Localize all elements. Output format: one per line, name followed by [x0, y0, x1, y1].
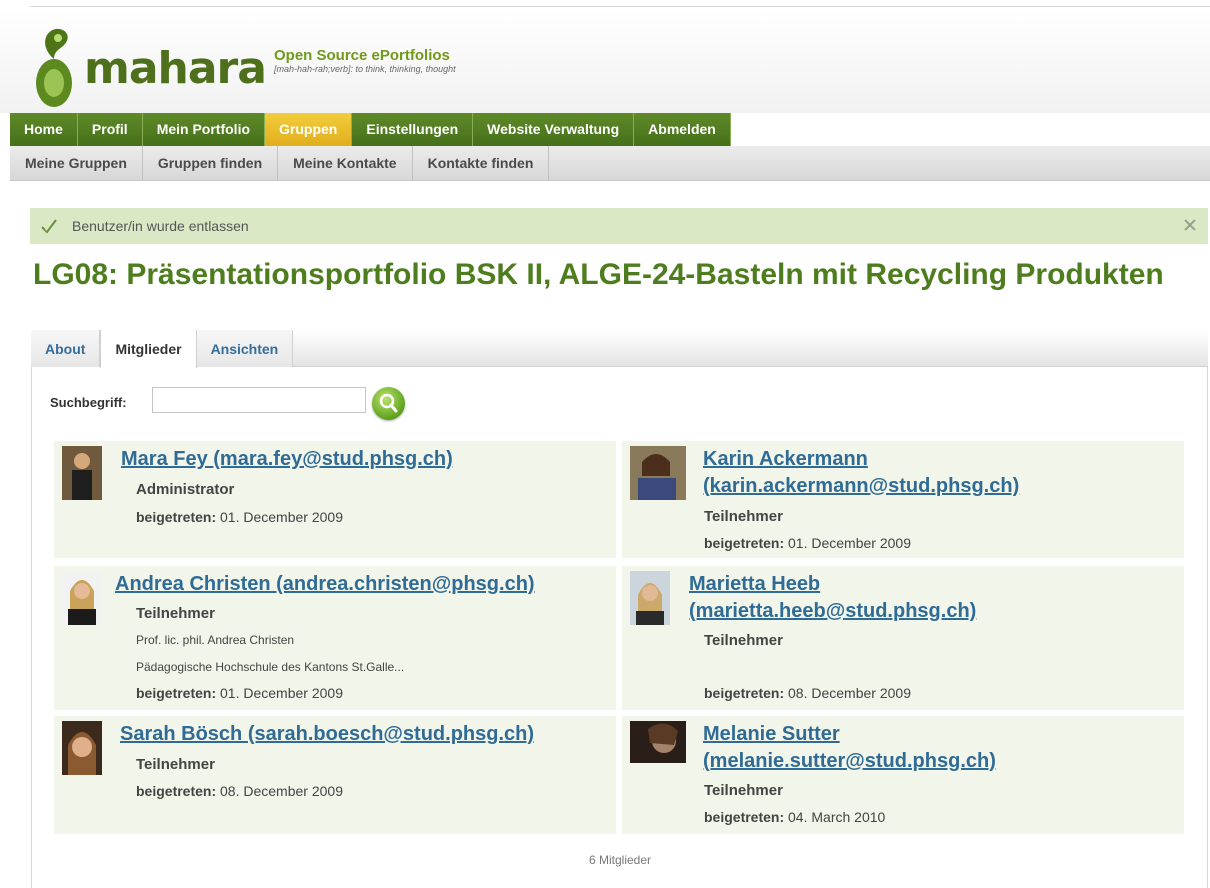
mahara-logo[interactable]: mahara	[28, 21, 268, 113]
check-icon	[41, 219, 57, 234]
nav-gruppen[interactable]: Gruppen	[265, 113, 353, 146]
member-count: 6 Mitglieder	[588, 853, 652, 867]
avatar[interactable]	[630, 571, 670, 625]
tab-bar: About Mitglieder Ansichten	[31, 330, 1208, 368]
subnav-meine-gruppen[interactable]: Meine Gruppen	[10, 146, 143, 181]
nav-einstellungen[interactable]: Einstellungen	[352, 113, 474, 146]
nav-mein-portfolio[interactable]: Mein Portfolio	[142, 113, 266, 146]
avatar[interactable]	[62, 721, 102, 775]
member-role: Teilnehmer	[136, 756, 215, 773]
member-role: Teilnehmer	[704, 782, 783, 799]
subnav-meine-kontakte[interactable]: Meine Kontakte	[278, 146, 413, 181]
member-joined: beigetreten: 08. December 2009	[136, 783, 343, 799]
nav-profil[interactable]: Profil	[77, 113, 143, 146]
member-card: Marietta Heeb (marietta.heeb@stud.phsg.c…	[622, 566, 1184, 710]
member-name-link[interactable]: Andrea Christen (andrea.christen@phsg.ch…	[115, 571, 615, 598]
logo-text: mahara	[84, 43, 267, 94]
member-name-link[interactable]: Karin Ackermann (karin.ackermann@stud.ph…	[703, 446, 1103, 500]
subnav-kontakte-finden[interactable]: Kontakte finden	[413, 146, 550, 181]
avatar[interactable]	[62, 446, 102, 500]
tagline-subtitle: [mah-hah-rah;verb]: to think, thinking, …	[274, 64, 456, 74]
member-name-link[interactable]: Melanie Sutter (melanie.sutter@stud.phsg…	[703, 721, 1103, 775]
status-message-text: Benutzer/in wurde entlassen	[72, 218, 249, 234]
member-card: Andrea Christen (andrea.christen@phsg.ch…	[54, 566, 616, 710]
status-message: Benutzer/in wurde entlassen	[30, 208, 1208, 244]
avatar[interactable]	[630, 721, 686, 763]
member-detail: Prof. lic. phil. Andrea Christen	[136, 633, 295, 647]
member-card: Melanie Sutter (melanie.sutter@stud.phsg…	[622, 716, 1184, 834]
member-role: Teilnehmer	[136, 605, 215, 622]
nav-website-verwaltung[interactable]: Website Verwaltung	[473, 113, 635, 146]
tab-about[interactable]: About	[31, 330, 101, 367]
member-joined: beigetreten: 01. December 2009	[136, 509, 343, 525]
page-title: LG08: Präsentationsportfolio BSK II, ALG…	[33, 258, 1164, 291]
search-input[interactable]	[152, 387, 366, 413]
logo-mark-icon	[36, 28, 72, 107]
member-detail: Pädagogische Hochschule des Kantons St.G…	[136, 660, 405, 674]
header: mahara Open Source ePortfolios [mah-hah-…	[0, 7, 1210, 113]
main-navigation: Home Profil Mein Portfolio Gruppen Einst…	[10, 113, 731, 146]
member-joined: beigetreten: 01. December 2009	[704, 535, 911, 551]
tab-mitglieder[interactable]: Mitglieder	[100, 330, 197, 368]
member-name-link[interactable]: Mara Fey (mara.fey@stud.phsg.ch)	[121, 446, 601, 473]
search-icon	[379, 393, 398, 413]
avatar[interactable]	[62, 571, 102, 625]
member-name-link[interactable]: Sarah Bösch (sarah.boesch@stud.phsg.ch)	[120, 721, 610, 748]
member-role: Teilnehmer	[704, 632, 783, 649]
nav-abmelden[interactable]: Abmelden	[634, 113, 731, 146]
tagline-title: Open Source ePortfolios	[274, 47, 450, 64]
search-label: Suchbegriff:	[50, 395, 127, 410]
avatar[interactable]	[630, 446, 686, 500]
member-card: Karin Ackermann (karin.ackermann@stud.ph…	[622, 441, 1184, 558]
member-role: Administrator	[136, 481, 235, 498]
member-card: Sarah Bösch (sarah.boesch@stud.phsg.ch) …	[54, 716, 616, 834]
nav-home[interactable]: Home	[10, 113, 78, 146]
sub-navigation: Meine Gruppen Gruppen finden Meine Konta…	[10, 146, 1210, 181]
member-role: Teilnehmer	[704, 508, 783, 525]
member-name-link[interactable]: Marietta Heeb (marietta.heeb@stud.phsg.c…	[689, 571, 1089, 625]
subnav-gruppen-finden[interactable]: Gruppen finden	[143, 146, 279, 181]
tab-ansichten[interactable]: Ansichten	[196, 330, 294, 367]
member-joined: beigetreten: 04. March 2010	[704, 809, 886, 825]
member-joined: beigetreten: 01. December 2009	[136, 685, 343, 701]
member-card: Mara Fey (mara.fey@stud.phsg.ch) Adminis…	[54, 441, 616, 558]
member-joined: beigetreten: 08. December 2009	[704, 685, 911, 701]
close-icon[interactable]	[1182, 217, 1198, 233]
tagline: Open Source ePortfolios [mah-hah-rah;ver…	[274, 47, 456, 74]
search-button[interactable]	[372, 387, 405, 420]
